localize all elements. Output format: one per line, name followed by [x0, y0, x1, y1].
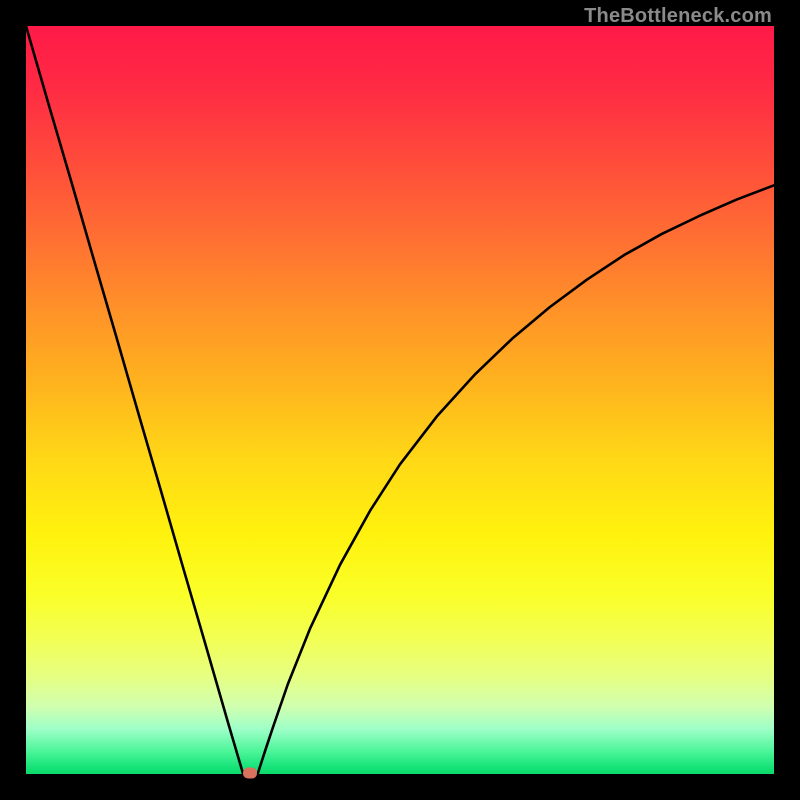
watermark-text: TheBottleneck.com [584, 5, 772, 28]
plot-gradient-area [26, 26, 774, 774]
min-marker [243, 768, 257, 779]
